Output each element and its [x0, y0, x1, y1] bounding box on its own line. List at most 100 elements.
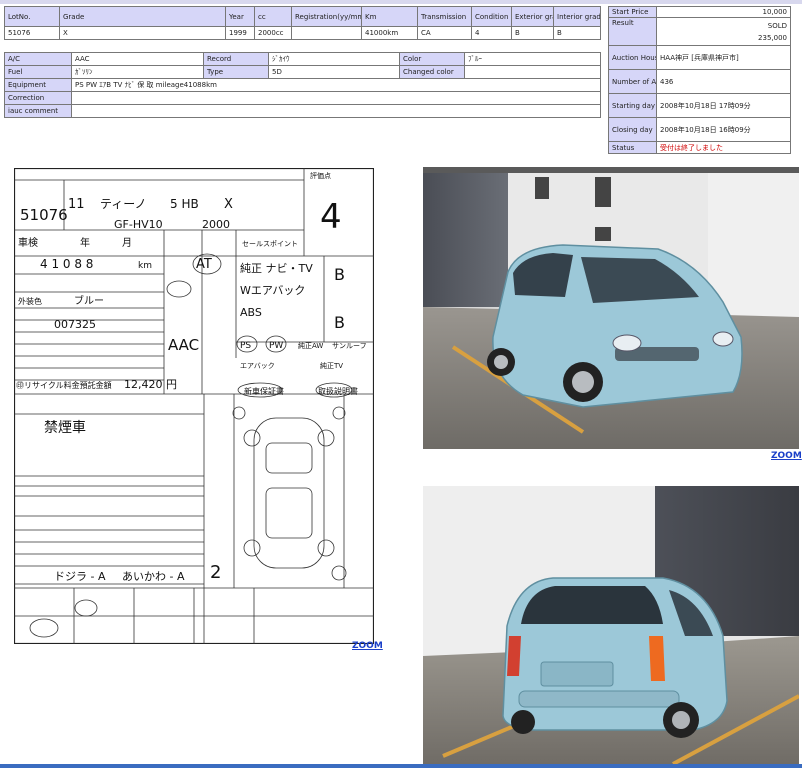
sheet-chassis: GF-HV10 — [114, 218, 163, 231]
ac-label: A/C — [4, 52, 72, 66]
sheet-shaken-label: 車検 — [18, 236, 38, 249]
record-value: ｼﾞｶｲｳ — [268, 52, 400, 66]
sheet-year: 11 — [68, 197, 85, 212]
sheet-recycle-label: ㊞リサイクル料金預託金額 — [16, 380, 112, 390]
sheet-frame-number: 007325 — [54, 318, 96, 331]
header-exterior-grade: Exterior grade — [511, 6, 554, 27]
sheet-grade: X — [224, 197, 233, 212]
color-label: Color — [399, 52, 465, 66]
record-label: Record — [203, 52, 269, 66]
sheet-warranty: 新車保証書 — [244, 386, 284, 396]
sheet-score: 4 — [320, 197, 342, 237]
cell-interior-grade: B — [553, 26, 601, 40]
sheet-note-abs: ABS — [240, 306, 262, 319]
changed-color-value — [464, 65, 601, 79]
auction-info-table: Start Price 10,000 Result SOLD 235,000 A… — [608, 6, 791, 154]
header-cc: cc — [254, 6, 292, 27]
number-of-auction-value: 436 — [656, 69, 791, 94]
sheet-tv: 純正TV — [320, 361, 343, 370]
sheet-pw: PW — [269, 341, 283, 351]
sheet-grade-b2: B — [334, 313, 345, 332]
type-label: Type — [203, 65, 269, 79]
cell-grade: X — [59, 26, 226, 40]
comment-value — [71, 104, 601, 118]
result-price: 235,000 — [758, 33, 787, 42]
result-status: SOLD — [767, 21, 787, 30]
lot-summary-table: LotNo. Grade Year cc Registration(yy/mm)… — [4, 6, 601, 40]
sheet-inspector2: あいかわ - A — [122, 570, 185, 583]
equipment-label: Equipment — [4, 78, 72, 92]
cell-cc: 2000cc — [254, 26, 292, 40]
sheet-ps: PS — [240, 341, 251, 351]
starting-day-label: Starting day — [608, 93, 657, 118]
comment-label: iauc comment — [4, 104, 72, 118]
sheet-ac: AAC — [168, 336, 199, 354]
color-value: ﾌﾞﾙｰ — [464, 52, 601, 66]
sheet-note-navi: 純正 ナビ・TV — [240, 262, 313, 275]
sheet-recycle-amount: 12,420 円 — [124, 378, 177, 391]
sheet-month-unit: 月 — [122, 237, 132, 249]
sheet-score-label: 評価点 — [310, 171, 331, 180]
vehicle-details-table: A/C AAC Record ｼﾞｶｲｳ Color ﾌﾞﾙｰ Fuel ｶﾞｿ… — [4, 52, 601, 118]
status-label: Status — [608, 141, 657, 154]
ac-value: AAC — [71, 52, 204, 66]
sheet-km-unit: km — [138, 261, 152, 271]
sheet-aw: 純正AW — [298, 341, 323, 350]
closing-day-label: Closing day — [608, 117, 657, 142]
header-grade: Grade — [59, 6, 226, 27]
cell-year: 1999 — [225, 26, 255, 40]
inspection-sheet[interactable]: 51076 11 ティーノ 5 HB X GF-HV10 2000 4 車検 年… — [13, 167, 375, 645]
car-photo-front[interactable] — [423, 167, 799, 449]
header-lotno: LotNo. — [4, 6, 60, 27]
result-value: SOLD 235,000 — [656, 17, 791, 46]
sheet-grade-b1: B — [334, 265, 345, 284]
fuel-label: Fuel — [4, 65, 72, 79]
sheet-manual: 取扱説明書 — [318, 386, 358, 396]
sheet-airbag: エアバック — [240, 362, 275, 370]
cell-condition: 4 — [471, 26, 512, 40]
sheet-at: AT — [196, 257, 212, 272]
sheet-year-unit: 年 — [80, 236, 90, 249]
sheet-cc: 2000 — [202, 218, 230, 231]
sheet-model: ティーノ — [100, 197, 147, 211]
sheet-remark: 禁煙車 — [44, 419, 86, 436]
status-value: 受付は終了しました — [656, 141, 791, 154]
cell-registration — [291, 26, 362, 40]
header-km: Km — [361, 6, 418, 27]
correction-label: Correction — [4, 91, 72, 105]
cell-lotno: 51076 — [4, 26, 60, 40]
sheet-interior-score: 2 — [210, 562, 221, 583]
sheet-color-label: 外装色 — [18, 296, 42, 306]
sheet-sunroof: サンルーフ — [332, 342, 367, 350]
closing-day-value: 2008年10月18日 16時09分 — [656, 117, 791, 142]
cell-transmission: CA — [417, 26, 472, 40]
sheet-color: ブルー — [74, 294, 104, 307]
start-price-value: 10,000 — [656, 6, 791, 18]
header-year: Year — [225, 6, 255, 27]
header-condition: Condition — [471, 6, 512, 27]
correction-value — [71, 91, 601, 105]
sheet-lot-number: 51076 — [20, 206, 68, 224]
number-of-auction-label: Number of Auction — [608, 69, 657, 94]
header-registration: Registration(yy/mm) — [291, 6, 362, 27]
auction-house-value: HAA神戸 [兵庫県神戸市] — [656, 45, 791, 70]
sheet-zoom-link[interactable]: ZOOM — [352, 641, 383, 651]
sheet-shape: 5 HB — [170, 197, 199, 211]
sheet-mileage: 4 1 0 8 8 — [40, 257, 93, 271]
starting-day-value: 2008年10月18日 17時09分 — [656, 93, 791, 118]
cell-exterior-grade: B — [511, 26, 554, 40]
sheet-note-airbag: Wエアバック — [240, 284, 305, 297]
car-photo-rear[interactable] — [423, 486, 799, 764]
cell-km: 41000km — [361, 26, 418, 40]
sheet-inspector: ドジラ - A — [54, 570, 106, 583]
result-label: Result — [608, 17, 657, 46]
auction-house-label: Auction House — [608, 45, 657, 70]
photo-zoom-link[interactable]: ZOOM — [771, 451, 802, 461]
type-value: 5D — [268, 65, 400, 79]
bottom-strip — [0, 764, 802, 768]
header-interior-grade: Interior grade — [553, 6, 601, 27]
top-strip — [0, 0, 802, 4]
header-transmission: Transmission — [417, 6, 472, 27]
changed-color-label: Changed color — [399, 65, 465, 79]
equipment-value: PS PW ｴｱB TV ﾅﾋﾞ 保 取 mileage41088km — [71, 78, 601, 92]
